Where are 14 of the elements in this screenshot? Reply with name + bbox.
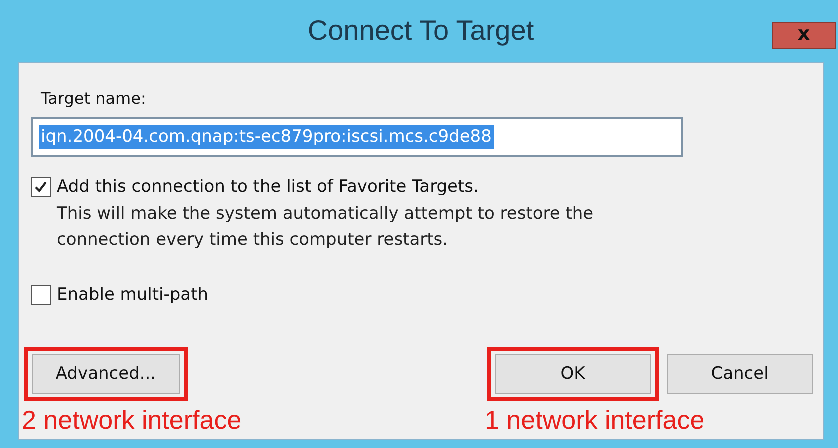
checkbox-label: Enable multi-path [57, 284, 209, 307]
dialog-button[interactable]: OK [495, 354, 651, 394]
checkmark-icon [33, 179, 49, 195]
annotation-text: 1 network interface [485, 405, 705, 435]
description-text: This will make the system automatically attempt to restore the connection every time this computer restarts. [57, 203, 595, 252]
checkbox[interactable] [31, 177, 51, 197]
close-button[interactable]: x [772, 22, 836, 49]
field-label: Target name: [41, 89, 148, 108]
checkbox-label: Add this connection to the list of Favorite Targets. [57, 176, 480, 199]
annotation-text: 2 network interface [22, 405, 242, 435]
dialog-button[interactable]: Advanced... [32, 354, 180, 394]
window-title: Connect To Target [308, 15, 534, 47]
dialog-button[interactable]: Cancel [667, 354, 813, 394]
checkbox[interactable] [31, 285, 51, 305]
